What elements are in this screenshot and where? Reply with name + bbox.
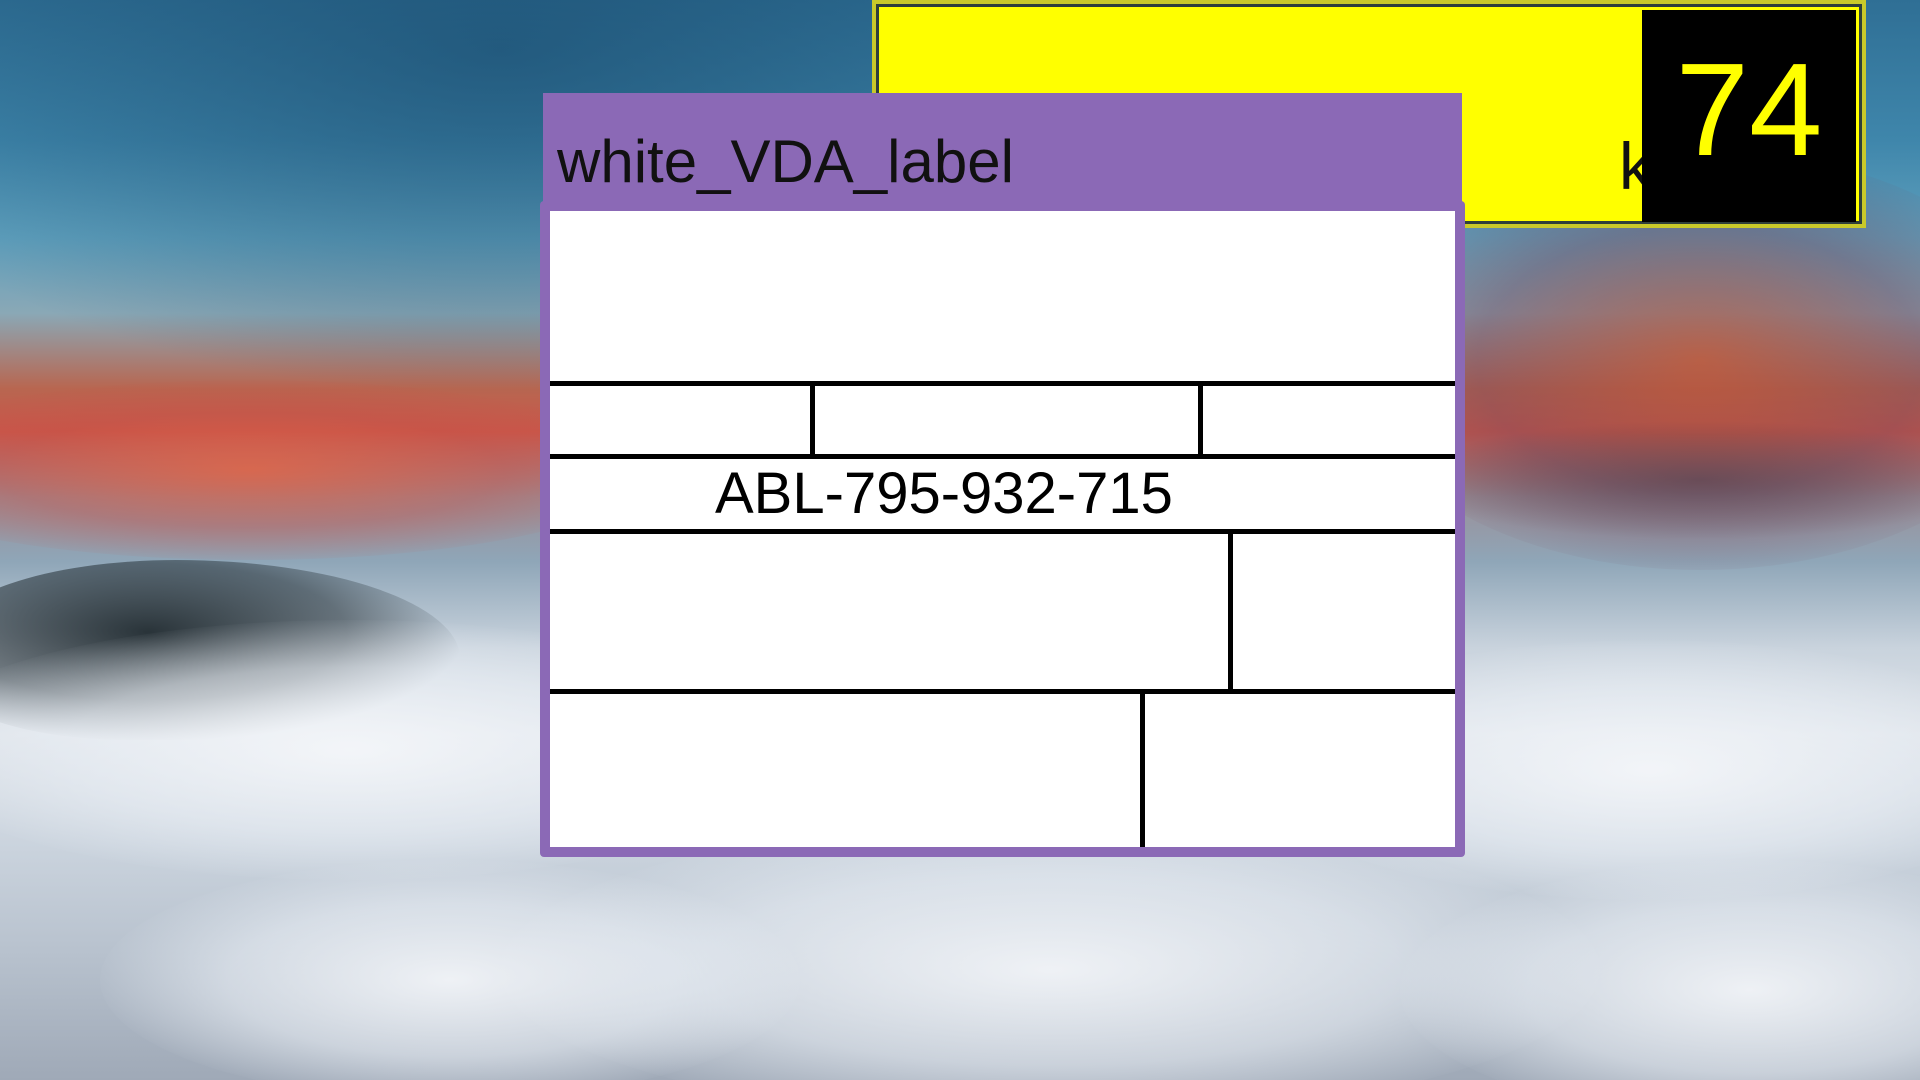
label-divider (550, 689, 1455, 694)
label-code: ABL-795-932-715 (715, 461, 1173, 526)
vda-label-sheet: ABL-795-932-715 (550, 211, 1455, 847)
label-window[interactable]: white_VDA_label ABL-795-932-715 (540, 93, 1465, 857)
label-divider (550, 381, 1455, 386)
label-window-title: white_VDA_label (557, 128, 1014, 195)
label-divider (810, 381, 815, 456)
count-badge: 74 (1642, 10, 1856, 222)
label-divider (1140, 689, 1145, 847)
label-divider (550, 529, 1455, 534)
label-code-field: ABL-795-932-715 (550, 459, 1455, 529)
label-header-field (550, 211, 1455, 381)
label-window-titlebar[interactable]: white_VDA_label (543, 93, 1462, 203)
label-frame: ABL-795-932-715 (540, 201, 1465, 857)
label-divider (1198, 381, 1203, 456)
label-divider (1228, 529, 1233, 691)
